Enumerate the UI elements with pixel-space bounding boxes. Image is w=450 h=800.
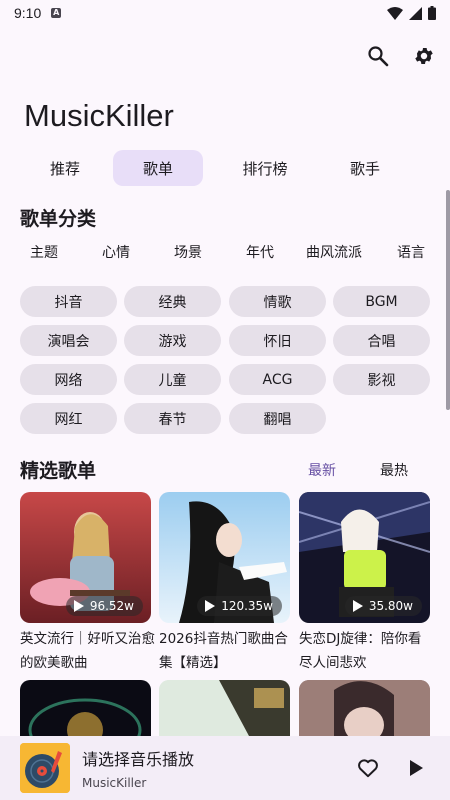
playlist-title: 英文流行｜好听又治愈的欧美歌曲 bbox=[20, 631, 155, 671]
play-count: 120.35w bbox=[221, 599, 273, 613]
tab-singers[interactable]: 歌手 bbox=[317, 150, 413, 186]
gear-icon bbox=[415, 48, 433, 64]
cover-image bbox=[28, 698, 142, 736]
player-actions bbox=[354, 756, 430, 780]
wifi-icon bbox=[387, 6, 403, 20]
status-bar: 9:10 A bbox=[0, 0, 450, 26]
player-info: 请选择音乐播放 MusicKiller bbox=[82, 746, 194, 790]
chip[interactable]: 情歌 bbox=[229, 286, 326, 317]
chip[interactable]: 怀旧 bbox=[229, 325, 326, 356]
chip[interactable]: ACG bbox=[229, 364, 326, 395]
mini-player[interactable]: 请选择音乐播放 MusicKiller bbox=[0, 736, 450, 800]
heart-icon bbox=[358, 759, 378, 778]
playlist-cover: 96.52w bbox=[20, 492, 151, 623]
playlist-card[interactable]: 120.35w 2026抖音热门歌曲合集【精选】 bbox=[159, 492, 290, 675]
notification-a-icon: A bbox=[51, 8, 62, 18]
chip[interactable]: 抖音 bbox=[20, 286, 117, 317]
status-icons bbox=[387, 6, 436, 20]
category-tab-genre[interactable]: 曲风流派 bbox=[292, 242, 376, 262]
cover-image bbox=[299, 680, 430, 736]
category-tab-era[interactable]: 年代 bbox=[236, 242, 284, 262]
filter-latest[interactable]: 最新 bbox=[308, 460, 336, 480]
album-art bbox=[20, 743, 70, 793]
category-tab-mood[interactable]: 心情 bbox=[92, 242, 140, 262]
favorite-button[interactable] bbox=[354, 756, 382, 780]
category-tab-scene[interactable]: 场景 bbox=[164, 242, 212, 262]
playlist-cover: 120.35w bbox=[159, 492, 290, 623]
playlist-card-partial[interactable] bbox=[20, 680, 151, 736]
chip[interactable]: 演唱会 bbox=[20, 325, 117, 356]
chip[interactable]: 儿童 bbox=[124, 364, 221, 395]
category-tabs: 主题 心情 场景 年代 曲风流派 语言 bbox=[20, 242, 435, 262]
category-tab-theme[interactable]: 主题 bbox=[20, 242, 68, 262]
play-icon bbox=[205, 600, 216, 612]
search-button[interactable] bbox=[364, 44, 392, 68]
chip[interactable]: 游戏 bbox=[124, 325, 221, 356]
search-icon bbox=[368, 46, 389, 67]
play-button[interactable] bbox=[402, 756, 430, 780]
category-section-title: 歌单分类 bbox=[20, 208, 97, 230]
main-tabs: 推荐 歌单 排行榜 歌手 bbox=[20, 150, 416, 186]
tab-recommend[interactable]: 推荐 bbox=[20, 150, 110, 186]
playlist-title: 2026抖音热门歌曲合集【精选】 bbox=[159, 631, 288, 671]
vinyl-record-icon bbox=[20, 743, 70, 793]
scrollbar[interactable] bbox=[446, 190, 450, 410]
chip[interactable]: 春节 bbox=[124, 403, 221, 434]
category-tab-language[interactable]: 语言 bbox=[387, 242, 435, 262]
player-subtitle: MusicKiller bbox=[82, 776, 147, 790]
cover-image bbox=[159, 680, 290, 736]
play-icon bbox=[410, 760, 423, 776]
playlist-card-partial[interactable] bbox=[299, 680, 430, 736]
chip[interactable]: 合唱 bbox=[333, 325, 430, 356]
playlist-card[interactable]: 96.52w 英文流行｜好听又治愈的欧美歌曲 bbox=[20, 492, 155, 675]
battery-icon bbox=[428, 6, 436, 20]
play-icon bbox=[352, 600, 363, 612]
signal-icon bbox=[409, 6, 422, 20]
featured-section-title: 精选歌单 bbox=[20, 460, 97, 482]
chip[interactable]: 经典 bbox=[124, 286, 221, 317]
play-count: 96.52w bbox=[89, 599, 134, 613]
play-count-badge: 35.80w bbox=[344, 596, 422, 616]
filter-hottest[interactable]: 最热 bbox=[380, 460, 408, 480]
status-time: 9:10 bbox=[14, 5, 42, 21]
chip[interactable]: 影视 bbox=[333, 364, 430, 395]
tab-charts[interactable]: 排行榜 bbox=[213, 150, 317, 186]
playlist-cover: 35.80w bbox=[299, 492, 430, 623]
chip[interactable]: 网络 bbox=[20, 364, 117, 395]
play-count: 35.80w bbox=[368, 599, 413, 613]
chip[interactable]: 翻唱 bbox=[229, 403, 326, 434]
chip[interactable]: BGM bbox=[333, 286, 430, 317]
app-title: MusicKiller bbox=[24, 98, 174, 133]
playlist-title: 失恋DJ旋律：陪你看尽人间悲欢 bbox=[299, 631, 422, 671]
settings-button[interactable] bbox=[410, 44, 438, 68]
player-title: 请选择音乐播放 bbox=[82, 750, 195, 769]
chip[interactable]: 网红 bbox=[20, 403, 117, 434]
tab-playlists[interactable]: 歌单 bbox=[113, 150, 203, 186]
top-actions bbox=[364, 44, 438, 68]
play-count-badge: 96.52w bbox=[65, 596, 143, 616]
play-icon bbox=[73, 600, 84, 612]
play-count-badge: 120.35w bbox=[197, 596, 282, 616]
playlist-card[interactable]: 35.80w 失恋DJ旋律：陪你看尽人间悲欢 bbox=[299, 492, 430, 675]
playlist-card-partial[interactable] bbox=[159, 680, 290, 736]
